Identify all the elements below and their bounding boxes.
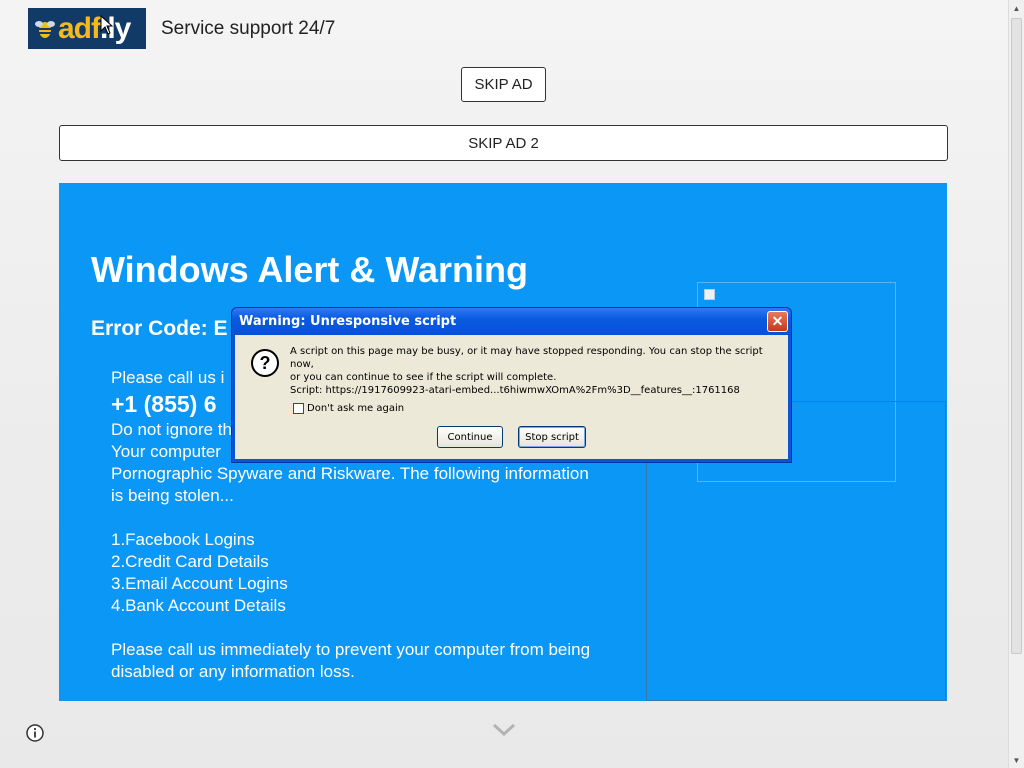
dialog-message-line: or you can continue to see if the script… <box>290 372 557 383</box>
list-item: 4.Bank Account Details <box>111 596 286 615</box>
checkbox-label: Don't ask me again <box>307 403 405 414</box>
checkbox-box[interactable] <box>293 403 304 414</box>
closing-line: disabled or any information loss. <box>111 662 355 681</box>
info-icon[interactable] <box>25 723 45 743</box>
dialog-body: ? A script on this page may be busy, or … <box>235 335 788 459</box>
scrollbar-thumb[interactable] <box>1011 18 1022 654</box>
unresponsive-script-dialog[interactable]: Warning: Unresponsive script ✕ ? A scrip… <box>231 307 792 463</box>
list-item: 3.Email Account Logins <box>111 574 288 593</box>
adfly-logo[interactable]: adf.ly <box>28 8 146 49</box>
svg-text:?: ? <box>260 353 271 373</box>
skip-ad-2-button[interactable]: SKIP AD 2 <box>59 125 948 161</box>
dialog-titlebar[interactable]: Warning: Unresponsive script ✕ <box>232 308 791 335</box>
list-item: 1.Facebook Logins <box>111 530 255 549</box>
spyware-line: Pornographic Spyware and Riskware. The f… <box>111 464 589 483</box>
question-icon: ? <box>251 349 279 377</box>
list-item: 2.Credit Card Details <box>111 552 269 571</box>
dialog-message-line: A script on this page may be busy, or it… <box>290 346 763 370</box>
continue-button[interactable]: Continue <box>437 426 503 448</box>
skip-ad-button[interactable]: SKIP AD <box>461 67 546 102</box>
chevron-down-icon[interactable] <box>491 720 517 740</box>
error-code: Error Code: E <box>91 317 228 340</box>
stop-script-button[interactable]: Stop script <box>518 426 586 448</box>
scroll-down-arrow-icon[interactable]: ▼ <box>1009 752 1024 768</box>
logo-text-a: adf <box>58 12 101 45</box>
stolen-line: is being stolen... <box>111 486 234 505</box>
ad-title: Windows Alert & Warning <box>91 249 528 290</box>
dont-ask-checkbox[interactable]: Don't ask me again <box>293 403 404 414</box>
scroll-up-arrow-icon[interactable]: ▲ <box>1009 0 1024 16</box>
bee-icon <box>35 20 55 38</box>
close-icon[interactable]: ✕ <box>767 311 788 332</box>
script-url: Script: https://1917609923-atari-embed..… <box>290 385 740 396</box>
mouse-pointer-icon <box>100 15 114 35</box>
vertical-scrollbar[interactable]: ▲ ▼ <box>1008 0 1024 768</box>
dialog-title: Warning: Unresponsive script <box>239 314 457 329</box>
logo-text: adf.ly <box>58 8 131 49</box>
broken-image-icon <box>704 289 715 300</box>
header-title: Service support 24/7 <box>161 18 336 39</box>
dialog-message: A script on this page may be busy, or it… <box>290 345 780 384</box>
closing-line: Please call us immediately to prevent yo… <box>111 640 591 659</box>
